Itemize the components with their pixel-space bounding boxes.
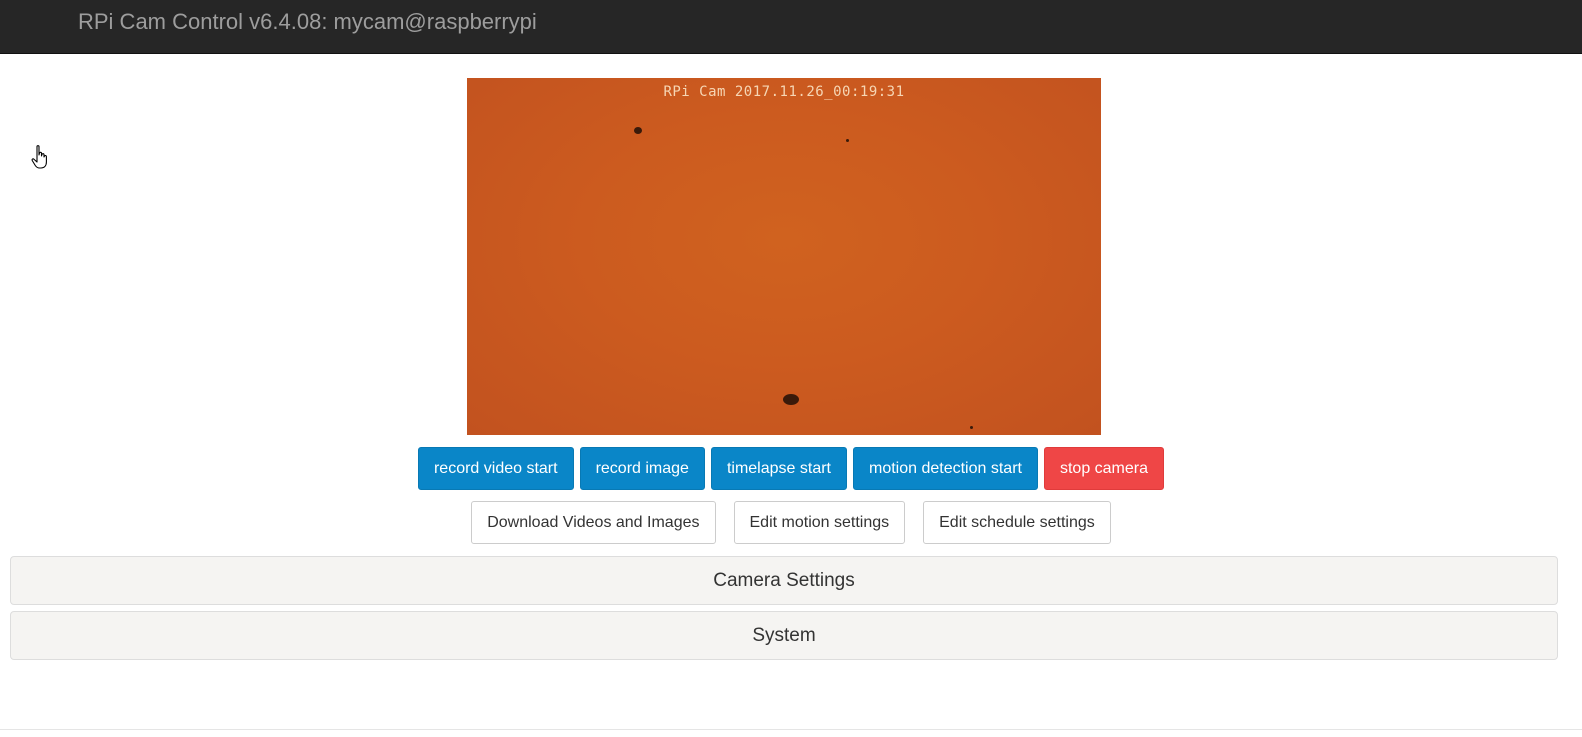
edit-schedule-settings-button[interactable]: Edit schedule settings: [923, 501, 1111, 544]
edit-motion-settings-button[interactable]: Edit motion settings: [733, 501, 906, 544]
system-panel-header[interactable]: System: [10, 611, 1558, 660]
record-video-start-button[interactable]: record video start: [417, 447, 574, 490]
preview-speck: [846, 139, 849, 142]
settings-link-buttons: Download Videos and Images Edit motion s…: [0, 501, 1582, 544]
hand-pointer-icon: [31, 145, 47, 169]
camera-settings-panel-header[interactable]: Camera Settings: [10, 556, 1558, 605]
stop-camera-button[interactable]: stop camera: [1043, 447, 1165, 490]
preview-speck: [783, 394, 799, 405]
preview-timestamp: RPi Cam 2017.11.26_00:19:31: [663, 84, 905, 100]
camera-control-buttons: record video start record image timelaps…: [0, 447, 1582, 490]
preview-speck: [634, 127, 642, 134]
page-bottom-divider: [0, 729, 1582, 730]
motion-detection-start-button[interactable]: motion detection start: [853, 447, 1038, 490]
record-image-button[interactable]: record image: [579, 447, 705, 490]
top-navbar: RPi Cam Control v6.4.08: mycam@raspberry…: [0, 0, 1582, 54]
timelapse-start-button[interactable]: timelapse start: [710, 447, 847, 490]
preview-speck: [970, 426, 973, 429]
download-videos-images-button[interactable]: Download Videos and Images: [471, 501, 716, 544]
app-title[interactable]: RPi Cam Control v6.4.08: mycam@raspberry…: [78, 9, 537, 35]
camera-preview-image[interactable]: RPi Cam 2017.11.26_00:19:31: [467, 78, 1101, 435]
